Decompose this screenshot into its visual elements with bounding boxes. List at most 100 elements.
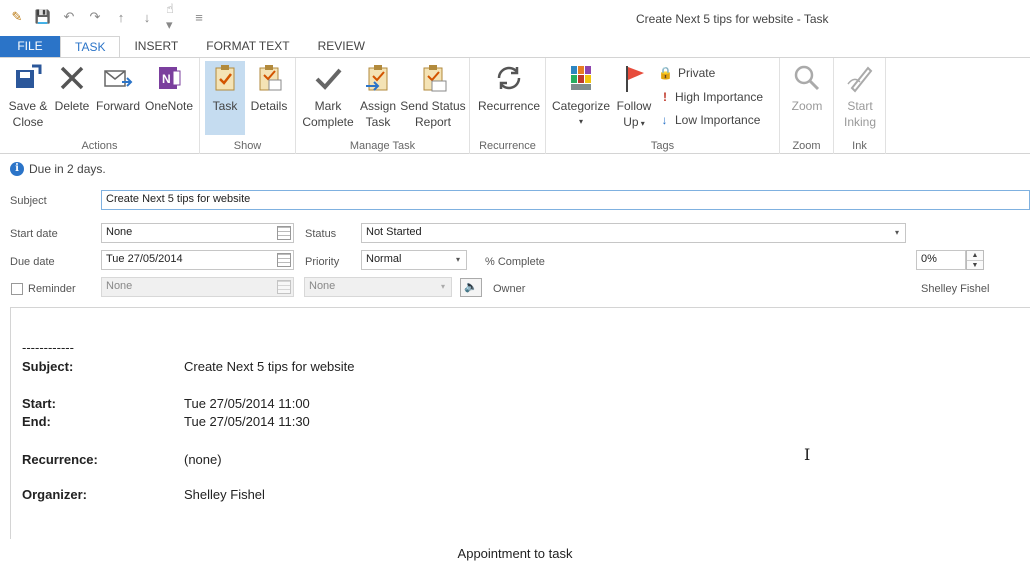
group-label-manage-task: Manage Task [349,140,416,152]
categorize-icon [571,66,591,90]
tab-format-text[interactable]: FORMAT TEXT [192,36,303,57]
group-show: Task Details Show [200,58,296,154]
reminder-label: Reminder [28,283,76,295]
reminder-date-field[interactable]: None [101,277,294,297]
task-body[interactable] [10,307,1030,539]
save-close-icon [16,64,42,88]
group-actions: Save & Close Delete Forward N OneNote Ac… [0,58,200,154]
ribbon: Save & Close Delete Forward N OneNote Ac… [0,57,1030,154]
reminder-time-dropdown[interactable]: None ▾ [304,277,452,297]
details-icon [259,65,282,91]
chevron-down-icon: ▾ [455,255,460,264]
delete-icon [60,66,84,90]
task-view-button[interactable]: Task [205,61,245,135]
undo-icon[interactable]: ↶ [62,9,76,24]
details-button[interactable]: Details [248,62,290,114]
high-importance-icon: ! [663,90,667,104]
info-bar: i Due in 2 days. [10,162,106,176]
priority-label: Priority [305,256,340,268]
tab-review[interactable]: REVIEW [304,36,379,57]
due-date-field[interactable]: Tue 27/05/2014 [101,250,294,270]
categorize-button[interactable]: Categorize ▾ [550,62,612,130]
assign-task-icon [366,65,388,91]
body-subject-value: Create Next 5 tips for website [184,359,355,374]
due-date-label: Due date [10,256,55,268]
touch-mode-icon[interactable]: ☝▾ [166,1,180,32]
body-recurrence-label: Recurrence: [22,452,98,467]
group-label-show: Show [233,140,262,152]
due-info-text: Due in 2 days. [29,162,106,176]
checkmark-icon [315,68,342,90]
group-tags: Categorize ▾ Follow Up ▾ 🔒 Private ! Hig… [546,58,780,154]
mark-complete-button[interactable]: Mark Complete [300,62,356,130]
body-subject-label: Subject: [22,359,74,374]
owner-label: Owner [493,283,526,295]
tab-task[interactable]: TASK [60,36,121,57]
title-bar: ✎ 💾 ↶ ↷ ↑ ↓ ☝▾ ≡ Create Next 5 tips for … [0,0,1030,36]
status-dropdown[interactable]: Not Started ▾ [361,223,906,243]
info-icon: i [10,162,24,176]
calendar-icon [277,280,291,294]
reminder-checkbox[interactable] [11,283,23,295]
categorize-dropdown-icon: ▾ [578,117,583,126]
save-icon[interactable]: 💾 [35,9,51,24]
onenote-button[interactable]: N OneNote [143,62,195,114]
group-label-zoom: Zoom [792,140,821,152]
ribbon-tabs: FILE TASK INSERT FORMAT TEXT REVIEW [0,36,379,57]
up-arrow-icon[interactable]: ↑ [114,10,128,25]
start-inking-button[interactable]: Start Inking [838,62,882,130]
high-importance-button[interactable]: ! High Importance [660,90,763,104]
body-organizer-value: Shelley Fishel [184,487,265,502]
group-manage-task: Mark Complete Assign Task Send Status Re… [296,58,470,154]
private-button[interactable]: 🔒 Private [658,66,715,80]
spinner-down-icon[interactable]: ▼ [967,260,983,269]
recurrence-button[interactable]: Recurrence [476,62,542,114]
body-recurrence-value: (none) [184,452,222,467]
window-title: Create Next 5 tips for website - Task [636,12,829,26]
spinner-up-icon[interactable]: ▲ [967,251,983,260]
send-status-report-button[interactable]: Send Status Report [400,62,466,130]
zoom-button[interactable]: Zoom [786,62,828,114]
priority-dropdown[interactable]: Normal ▾ [361,250,467,270]
subject-input[interactable]: Create Next 5 tips for website [101,190,1030,210]
redo-icon[interactable]: ↷ [88,9,102,24]
follow-up-dropdown-icon: ▾ [638,119,645,128]
onenote-icon: N [159,67,181,89]
chevron-down-icon: ▾ [440,282,445,291]
start-date-label: Start date [10,228,58,240]
group-label-actions: Actions [81,140,118,152]
low-importance-button[interactable]: ↓ Low Importance [659,113,761,127]
magnifier-icon [794,65,820,91]
customize-qat-icon[interactable]: ≡ [192,10,206,25]
group-recurrence: Recurrence Recurrence [470,58,546,154]
down-arrow-icon[interactable]: ↓ [140,10,154,25]
task-icon [215,65,235,91]
assign-task-button[interactable]: Assign Task [356,62,400,130]
status-label: Status [305,228,337,240]
group-zoom: Zoom Zoom [780,58,834,154]
body-start-value: Tue 27/05/2014 11:00 [184,396,310,411]
subject-label: Subject [10,195,47,207]
percent-complete-field[interactable]: 0% [916,250,966,270]
body-organizer-label: Organizer: [22,487,88,502]
group-label-tags: Tags [650,140,675,152]
body-end-value: Tue 27/05/2014 11:30 [184,414,310,429]
forward-icon [104,70,133,87]
percent-complete-spinner[interactable]: ▲ ▼ [966,250,984,270]
sound-icon[interactable]: 🔈 [460,278,482,297]
caption: Appointment to task [457,546,573,561]
tab-file[interactable]: FILE [0,36,60,57]
start-date-field[interactable]: None [101,223,294,243]
low-importance-icon: ↓ [661,113,668,127]
forward-button[interactable]: Forward [94,62,142,114]
group-label-recurrence: Recurrence [479,140,536,152]
delete-button[interactable]: Delete [52,62,92,114]
calendar-icon[interactable] [277,226,291,240]
text-cursor-icon: I [804,445,811,464]
tab-insert[interactable]: INSERT [120,36,192,57]
save-close-button[interactable]: Save & Close [6,62,50,130]
follow-up-button[interactable]: Follow Up ▾ [612,62,656,132]
pen-icon [847,66,873,93]
app-icon[interactable]: ✎ [10,9,24,24]
calendar-icon[interactable] [277,253,291,267]
